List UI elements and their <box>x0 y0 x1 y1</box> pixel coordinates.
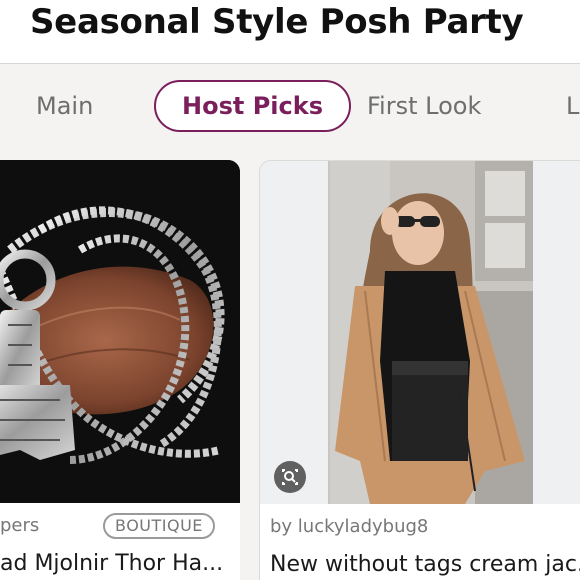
listing-title[interactable]: ad Mjolnir Thor Ha... <box>0 551 223 576</box>
listing-image-jacket[interactable] <box>260 161 580 504</box>
party-page: Seasonal Style Posh Party Main Host Pick… <box>0 0 580 580</box>
seller-name[interactable]: by luckyladybug8 <box>270 516 428 537</box>
tab-host-picks[interactable]: Host Picks <box>154 80 351 132</box>
listing-title[interactable]: New without tags cream jac... <box>270 552 580 577</box>
listing-card[interactable]: pers BOUTIQUE ad Mjolnir Thor Ha... <box>0 160 240 580</box>
tab-first-look[interactable]: First Look <box>367 80 481 132</box>
listing-caption: pers BOUTIQUE ad Mjolnir Thor Ha... <box>0 503 240 580</box>
seller-name[interactable]: pers <box>0 515 39 536</box>
page-title: Seasonal Style Posh Party <box>30 2 524 42</box>
lens-icon[interactable] <box>274 461 306 493</box>
header: Seasonal Style Posh Party <box>0 0 580 64</box>
tab-bar: Main Host Picks First Look L <box>0 64 580 150</box>
listing-image-necklace[interactable] <box>0 160 240 503</box>
tab-more[interactable]: L <box>566 80 579 132</box>
listing-card[interactable]: by luckyladybug8 New without tags cream … <box>259 160 580 580</box>
necklace-illustration <box>0 160 240 503</box>
listing-caption: by luckyladybug8 New without tags cream … <box>260 504 580 580</box>
tab-main[interactable]: Main <box>36 80 93 132</box>
jacket-photo-illustration <box>260 161 580 504</box>
boutique-badge: BOUTIQUE <box>103 513 215 539</box>
